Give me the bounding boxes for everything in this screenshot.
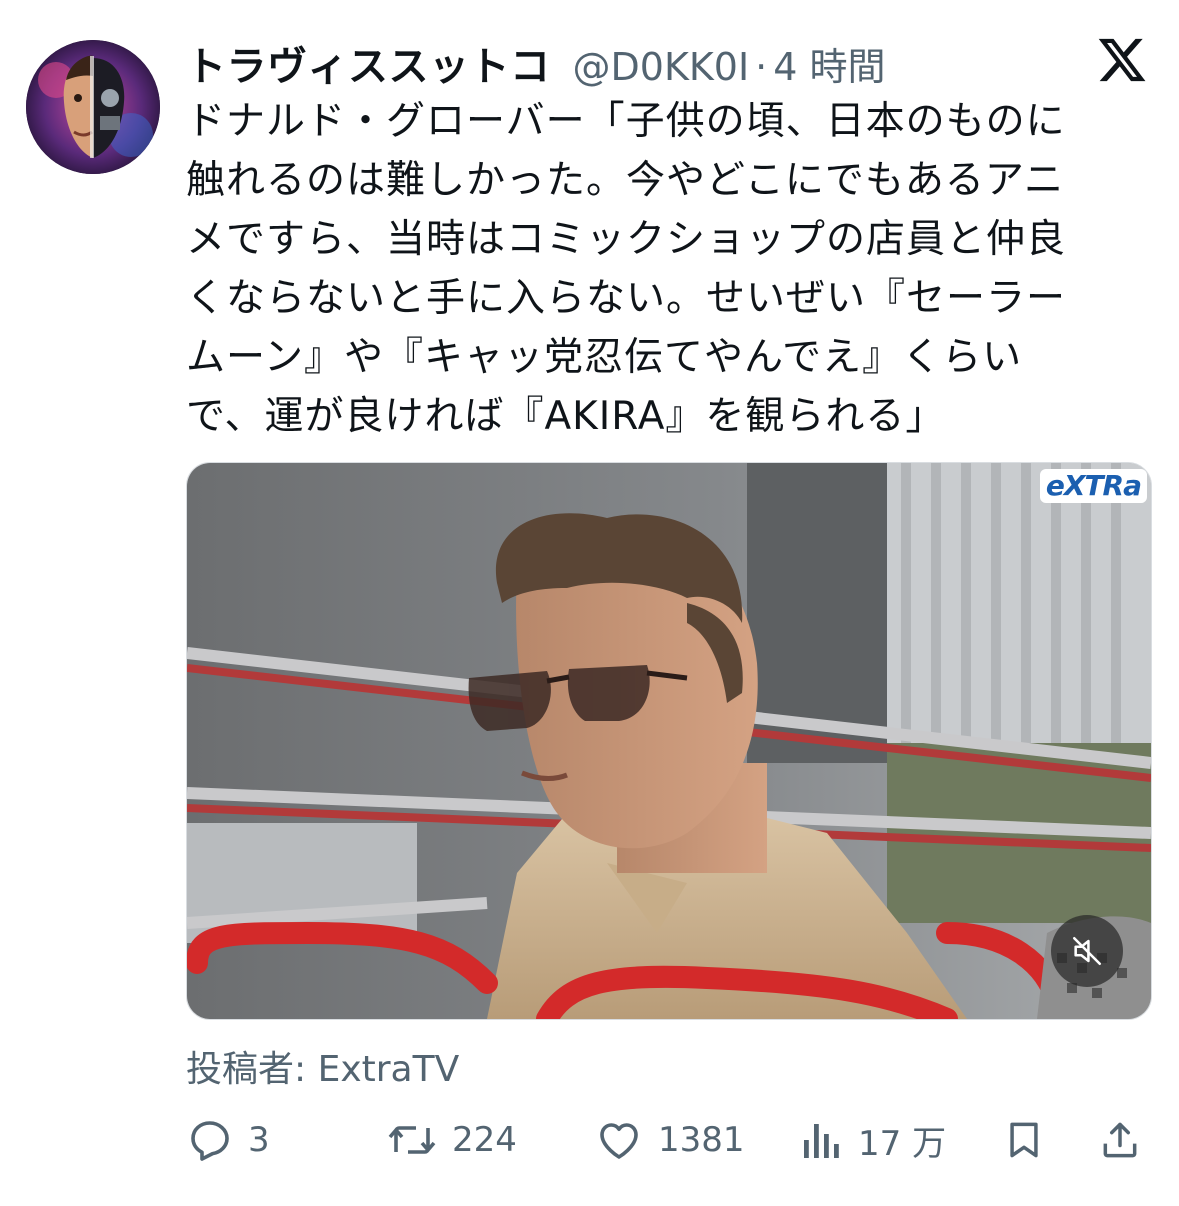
bookmark-icon [1010,1122,1038,1158]
speech-bubble-icon [191,1121,229,1161]
repost-arrows-icon [388,1126,436,1154]
like-button[interactable]: 1381 [594,1110,745,1170]
separator-dot: · [755,45,768,89]
speaker-muted-icon [1072,936,1102,966]
bookmark-button[interactable] [1002,1110,1046,1170]
heart-icon [600,1123,638,1159]
bar-chart-icon [804,1124,839,1158]
extra-tv-logo: eXTRa [1039,469,1147,503]
tweet-header: トラヴィススットコ @D0KK0I · 4 時間 [186,34,886,90]
x-logo-icon[interactable] [1096,34,1148,86]
reply-button[interactable]: 3 [186,1110,270,1170]
share-icon [1103,1122,1137,1158]
video-frame [187,463,1151,1019]
display-name[interactable]: トラヴィススットコ [186,34,551,92]
repost-button[interactable]: 224 [386,1110,517,1170]
avatar-image [26,40,160,174]
user-handle[interactable]: @D0KK0I [573,45,750,89]
reply-count: 3 [248,1120,270,1160]
share-button[interactable] [1098,1110,1142,1170]
media-source-credit[interactable]: 投稿者: ExtraTV [186,1040,459,1092]
timestamp[interactable]: 4 時間 [773,36,885,91]
like-count: 1381 [658,1120,745,1160]
video-player[interactable]: eXTRa [186,462,1152,1020]
tweet-text: ドナルド・グローバー「子供の頃、日本のものに 触れるのは難しかった。今やどこにで… [186,99,1067,439]
mute-toggle-button[interactable] [1051,915,1123,987]
action-bar: 3 224 1381 17 万 [186,1110,1150,1170]
view-count: 17 万 [858,1123,947,1164]
avatar[interactable] [26,40,160,174]
repost-count: 224 [452,1120,517,1160]
views-button[interactable]: 17 万 [800,1110,946,1170]
